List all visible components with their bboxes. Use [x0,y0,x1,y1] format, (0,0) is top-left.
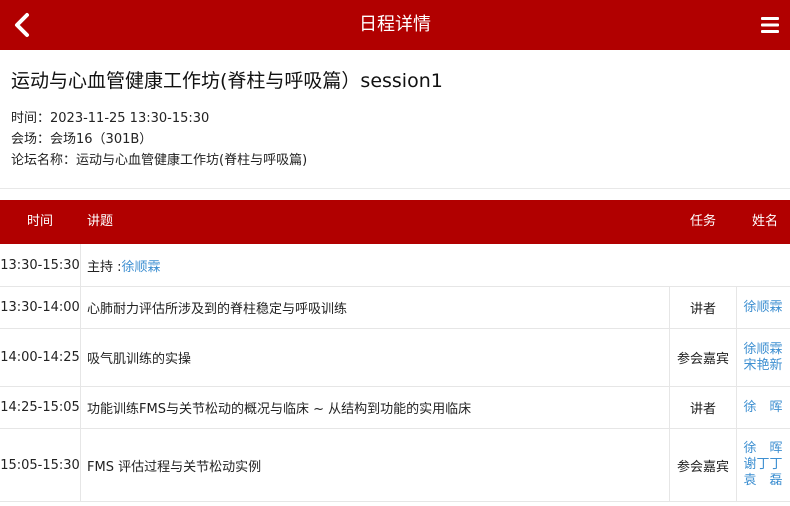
speaker-name-link[interactable]: 徐 晖 [743,441,782,457]
session-forum: 论坛名称：运动与心血管健康工作坊(脊柱与呼吸篇) [11,153,308,168]
speaker-name-link[interactable]: 徐顺霖 [743,300,782,316]
host-label: 主持 : [87,259,122,275]
row-topic: 功能训练FMS与关节松动的概况与临床 ~ 从结构到功能的实用临床 [87,402,472,417]
row-names: 徐 晖 [736,387,790,428]
speaker-name-link[interactable]: 徐顺霖 [743,342,782,358]
speaker-name-link[interactable]: 徐 晖 [743,400,782,416]
speaker-name-link[interactable]: 谢丁丁 [743,457,782,473]
table-row: 15:05-15:30 FMS 评估过程与关节松动实例 参会嘉宾 徐 晖 谢丁丁… [0,429,790,502]
row-names: 徐顺霖 [736,287,790,328]
speaker-name-link[interactable]: 袁 磊 [743,473,782,489]
hamburger-menu-icon[interactable] [760,16,780,34]
row-time: 14:00-14:25 [0,329,81,386]
row-names: 徐 晖 谢丁丁 袁 磊 [736,429,790,501]
page-title: 日程详情 [359,14,431,35]
session-venue: 会场：会场16（301B） [11,132,153,147]
session-time: 时间：2023-11-25 13:30-15:30 [11,111,210,126]
row-topic: 心肺耐力评估所涉及到的脊柱稳定与呼吸训练 [87,302,348,317]
host-cell: 主持 : 徐顺霖 [87,244,790,286]
session-info: 运动与心血管健康工作坊(脊柱与呼吸篇）session1 时间：2023-11-2… [0,50,790,189]
schedule-table-header: 时间 讲题 任务 姓名 [0,200,790,244]
table-row: 14:25-15:05 功能训练FMS与关节松动的概况与临床 ~ 从结构到功能的… [0,387,790,429]
header-bar: 日程详情 [0,0,790,50]
row-time: 14:25-15:05 [0,387,81,428]
host-row: 13:30-15:30 主持 : 徐顺霖 [0,244,790,287]
header-topic: 讲题 [87,214,114,229]
session-title: 运动与心血管健康工作坊(脊柱与呼吸篇）session1 [11,70,443,92]
table-row: 13:30-14:00 心肺耐力评估所涉及到的脊柱稳定与呼吸训练 讲者 徐顺霖 [0,287,790,329]
header-name: 姓名 [751,214,778,229]
row-topic: FMS 评估过程与关节松动实例 [87,459,262,475]
row-time: 15:05-15:30 [0,429,81,501]
row-names: 徐顺霖 宋艳新 [736,329,790,386]
host-name-link[interactable]: 徐顺霖 [122,256,161,275]
table-row: 14:00-14:25 吸气肌训练的实操 参会嘉宾 徐顺霖 宋艳新 [0,329,790,387]
header-time: 时间 [26,214,53,229]
row-time: 13:30-15:30 [0,244,81,286]
row-time: 13:30-14:00 [0,287,81,328]
row-role: 参会嘉宾 [669,429,737,501]
row-topic: 吸气肌训练的实操 [87,352,192,367]
row-role: 讲者 [669,387,737,428]
row-role: 参会嘉宾 [669,329,737,386]
header-role: 任务 [689,214,716,229]
row-role: 讲者 [669,287,737,328]
speaker-name-link[interactable]: 宋艳新 [743,358,782,374]
